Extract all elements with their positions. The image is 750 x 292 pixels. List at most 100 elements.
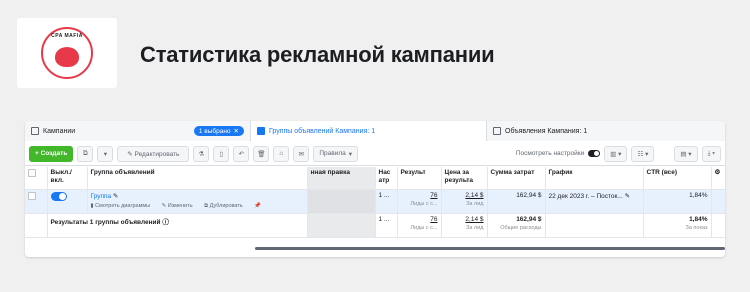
duplicate-icon[interactable]: ⧉ — [77, 145, 94, 162]
results-value[interactable]: 76 — [430, 192, 437, 199]
tab-campaigns-label: Кампании — [43, 127, 76, 135]
tab-ads[interactable]: Объявления Кампания: 1 — [487, 121, 725, 141]
pin-icon[interactable]: 📌 — [254, 203, 261, 209]
view-charts-action[interactable]: ▮ Смотреть диаграммы — [91, 203, 156, 209]
cost-value[interactable]: 2,14 $ — [465, 192, 483, 199]
cost-sub: За лид — [466, 200, 484, 207]
pencil-icon[interactable]: ✎ — [113, 193, 118, 200]
tab-campaigns[interactable]: Кампании 1 выбрано ✕ — [25, 121, 251, 141]
col-settings-gear[interactable]: ⚙ — [711, 167, 725, 190]
rules-button[interactable]: Правила ▾ — [313, 145, 359, 162]
folder-icon — [31, 127, 39, 135]
totals-empty-cell-end — [711, 213, 725, 238]
delete-icon[interactable]: ▯ — [213, 145, 230, 162]
row-spend-cell: 162,94 $ — [487, 189, 546, 214]
totals-label: Результаты 1 группы объявлений — [50, 218, 161, 226]
ads-manager-panel: Кампании 1 выбрано ✕ Группы объявлений К… — [25, 121, 725, 257]
comment-icon[interactable]: ✉ — [293, 145, 310, 162]
totals-results-value[interactable]: 76 — [430, 216, 437, 223]
totals-schedule-cell — [545, 213, 644, 238]
duplicate-label: Дублировать — [209, 202, 243, 209]
selected-badge[interactable]: 1 выбрано ✕ — [193, 126, 244, 136]
selected-badge-label: 1 выбрано — [198, 127, 231, 135]
col-ctr[interactable]: CTR (все) — [643, 167, 712, 190]
view-charts-label: Смотреть диаграммы — [95, 202, 151, 209]
totals-ctr-sub: За показ — [685, 224, 708, 231]
totals-cost-sub: За лид — [466, 224, 484, 231]
col-ad-group[interactable]: Группа объявлений — [87, 167, 308, 190]
breakdown-button[interactable]: ☷ ▾ — [631, 145, 655, 162]
rules-label: Правила — [319, 150, 346, 157]
row-edit-cell — [307, 189, 376, 214]
table-header-row: Выкл./вкл. Группа объявлений нная правка… — [25, 167, 725, 190]
reports-button[interactable]: ▤ ▾ — [674, 145, 698, 162]
edit-action[interactable]: ✎ Изменить — [162, 203, 198, 209]
columns-button[interactable]: ▥ ▾ — [604, 145, 628, 162]
tab-ads-label: Объявления Кампания: 1 — [505, 127, 588, 135]
row-settings-cell: 1 ... — [375, 189, 398, 214]
totals-results-sub: Лиды с с... — [410, 224, 438, 231]
view-settings-label: Посмотреть настройки — [515, 150, 585, 157]
row-schedule-cell: 22 дек 2023 г. – Посток... ✎ — [545, 189, 644, 214]
schedule-value: 22 дек 2023 г. – Посток... — [548, 192, 623, 200]
table-row[interactable]: Группа ✎ ▮ Смотреть диаграммы ✎ Изменить… — [25, 189, 725, 214]
select-all-cell[interactable] — [25, 167, 48, 190]
flask-icon[interactable]: ⚗ — [193, 145, 210, 162]
info-icon[interactable]: ⓘ — [162, 219, 169, 226]
ad-groups-table: Выкл./вкл. Группа объявлений нная правка… — [25, 167, 725, 238]
tab-bar: Кампании 1 выбрано ✕ Группы объявлений К… — [25, 121, 725, 141]
duplicate-action[interactable]: ⧉ Дублировать — [204, 203, 248, 209]
edit-label: Изменить — [167, 202, 193, 209]
tag-icon[interactable]: ⌂ — [273, 145, 290, 162]
row-actions: ▮ Смотреть диаграммы ✎ Изменить ⧉ Дублир… — [91, 203, 304, 210]
toolbar: + Создать ⧉ ▾ ✎ Редактировать ⚗ ▯ ↶ 🗑 ⌂ … — [25, 142, 725, 166]
ad-group-link[interactable]: Группа — [91, 193, 112, 200]
logo-card: CPA MAFIA — [17, 18, 117, 88]
undo-icon[interactable]: ↶ — [233, 145, 250, 162]
pencil-icon[interactable]: ✎ — [625, 193, 630, 200]
checkbox-icon[interactable] — [28, 169, 36, 177]
totals-label-cell: Результаты 1 группы объявлений ⓘ — [47, 213, 308, 238]
col-settings[interactable]: Нас атр — [375, 167, 398, 190]
results-sub: Лиды с с... — [410, 200, 438, 207]
col-spend[interactable]: Сумма затрат — [487, 167, 546, 190]
tab-ad-groups[interactable]: Группы объявлений Кампания: 1 — [251, 121, 487, 141]
view-settings-toggle[interactable]: Посмотреть настройки — [515, 150, 601, 157]
totals-spend-cell: 162,94 $ Общие расходы — [487, 213, 546, 238]
totals-spend-value: 162,94 $ — [516, 215, 542, 223]
logo-text: CPA MAFIA — [51, 33, 83, 39]
close-icon[interactable]: ✕ — [234, 127, 239, 135]
checkbox-icon[interactable] — [28, 191, 36, 200]
totals-spend-sub: Общие расходы — [500, 224, 542, 231]
col-edit[interactable]: нная правка — [307, 167, 376, 190]
edit-button[interactable]: ✎ Редактировать — [117, 145, 190, 162]
row-checkbox-cell[interactable] — [25, 189, 48, 214]
export-button[interactable]: ⤓ ▾ — [701, 145, 721, 162]
col-toggle[interactable]: Выкл./вкл. — [47, 167, 88, 190]
status-toggle[interactable] — [50, 191, 67, 201]
row-cost-cell: 2,14 $ За лид — [441, 189, 488, 214]
totals-settings-cell: 1 ... — [375, 213, 398, 238]
tab-ad-groups-label: Группы объявлений Кампания: 1 — [269, 127, 376, 135]
col-cost-per-result[interactable]: Цена за результа — [441, 167, 488, 190]
row-toggle-cell[interactable] — [47, 189, 88, 214]
horizontal-scrollbar[interactable] — [255, 247, 725, 250]
logo-icon: CPA MAFIA — [41, 27, 93, 79]
create-button[interactable]: + Создать — [29, 145, 74, 162]
totals-ctr-value: 1,84% — [689, 215, 708, 223]
grid-icon — [257, 127, 265, 135]
row-ctr-cell: 1,84% — [643, 189, 712, 214]
totals-cost-cell: 2,14 $ За лид — [441, 213, 488, 238]
totals-cost-value[interactable]: 2,14 $ — [465, 216, 483, 223]
gear-icon[interactable]: ⚙ — [715, 169, 721, 176]
page-title: Статистика рекламной кампании — [140, 42, 495, 67]
col-results[interactable]: Результ — [397, 167, 442, 190]
trash-icon[interactable]: 🗑 — [253, 145, 270, 162]
col-schedule[interactable]: График — [545, 167, 644, 190]
totals-empty-cell — [25, 213, 48, 238]
totals-ctr-cell: 1,84% За показ — [643, 213, 712, 238]
totals-row: Результаты 1 группы объявлений ⓘ 1 ... 7… — [25, 213, 725, 238]
row-empty-cell — [711, 189, 725, 214]
totals-edit-cell — [307, 213, 376, 238]
chevron-down-icon[interactable]: ▾ — [97, 145, 114, 162]
